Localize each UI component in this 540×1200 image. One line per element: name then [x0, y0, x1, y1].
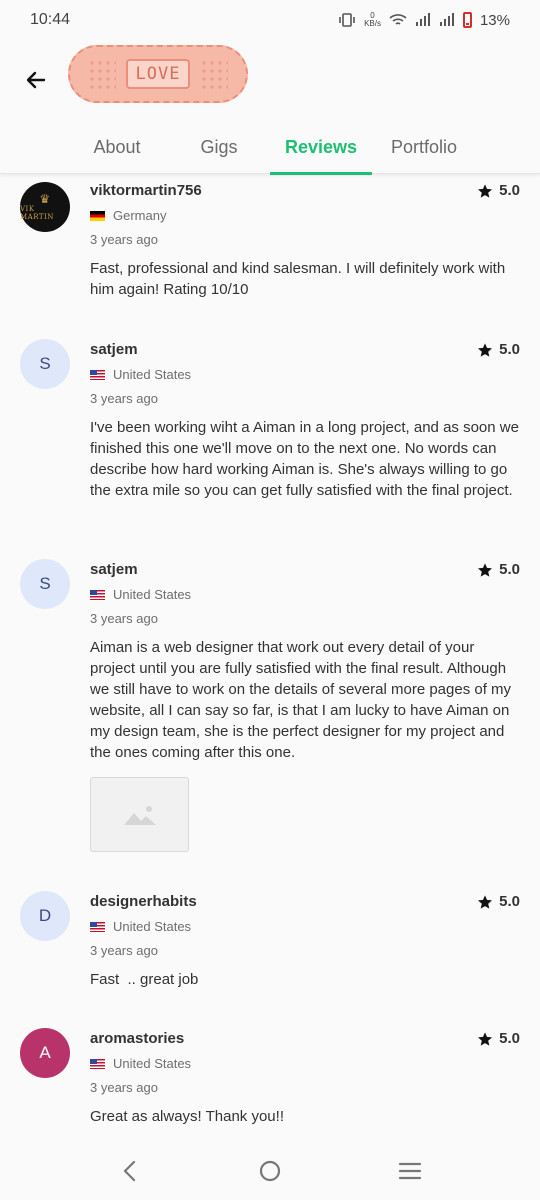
chevron-left-icon — [123, 1160, 136, 1182]
rating-value: 5.0 — [499, 561, 520, 578]
reviewer-name[interactable]: viktormartin756 — [90, 182, 202, 199]
star-icon — [478, 183, 493, 198]
star-icon — [478, 342, 493, 357]
review-time: 3 years ago — [90, 611, 158, 626]
reviewer-name[interactable]: satjem — [90, 341, 138, 358]
bandage-sticker: LOVE — [68, 45, 248, 103]
avatar[interactable]: A — [20, 1028, 70, 1078]
rating-value: 5.0 — [499, 893, 520, 910]
rating-value: 5.0 — [499, 341, 520, 358]
avatar[interactable]: S — [20, 559, 70, 609]
review-text: Great as always! Thank you!! — [90, 1108, 284, 1125]
reviewer-country: Germany — [90, 208, 166, 223]
reviewer-name[interactable]: aromastories — [90, 1030, 184, 1047]
review-text: Fast .. great job — [90, 971, 199, 988]
review-rating: 5.0 — [477, 182, 520, 199]
tab-portfolio[interactable]: Portfolio — [372, 120, 476, 174]
reviewer-name[interactable]: designerhabits — [90, 893, 197, 910]
country-name: United States — [113, 587, 192, 602]
us-flag-icon — [90, 589, 105, 600]
country-name: Germany — [113, 208, 167, 223]
back-button[interactable] — [20, 64, 52, 96]
review-image-thumbnail[interactable] — [90, 777, 189, 852]
menu-lines-icon — [398, 1162, 422, 1180]
review-text: I've been working wiht a Aiman in a long… — [90, 419, 519, 499]
country-name: United States — [113, 367, 192, 382]
nav-recents-button[interactable] — [390, 1151, 430, 1191]
header: LOVE — [0, 40, 540, 120]
status-bar: 10:44 0 KB/s 13% — [0, 0, 540, 40]
nav-home-button[interactable] — [250, 1151, 290, 1191]
us-flag-icon — [90, 921, 105, 932]
sticker-dots-left — [88, 59, 116, 89]
net-speed: 0 KB/s — [364, 11, 381, 28]
signal-icon-2 — [439, 13, 454, 26]
avatar-letter: D — [38, 906, 52, 925]
reviewer-country: United States — [90, 367, 191, 382]
wifi-icon — [389, 14, 407, 25]
country-name: United States — [113, 1056, 192, 1071]
sticker-dots-right — [200, 59, 228, 89]
country-name: United States — [113, 919, 192, 934]
review-rating: 5.0 — [477, 1030, 520, 1047]
signal-icon — [415, 13, 430, 26]
avatar-letter: S — [39, 354, 51, 373]
review-rating: 5.0 — [477, 561, 520, 578]
reviewer-name[interactable]: satjem — [90, 561, 138, 578]
review-text: Aiman is a web designer that work out ev… — [90, 639, 512, 761]
review-time: 3 years ago — [90, 1080, 158, 1095]
tab-reviews[interactable]: Reviews — [270, 120, 372, 175]
nav-back-button[interactable] — [110, 1151, 150, 1191]
star-icon — [478, 1031, 493, 1046]
avatar[interactable]: D — [20, 891, 70, 941]
vibrate-icon — [339, 13, 355, 27]
us-flag-icon — [90, 1058, 105, 1069]
review-time: 3 years ago — [90, 232, 158, 247]
avatar-letter: A — [39, 1043, 51, 1062]
rating-value: 5.0 — [499, 182, 520, 199]
battery-percent: 13% — [479, 11, 510, 29]
reviewer-country: United States — [90, 1056, 191, 1071]
review-rating: 5.0 — [477, 893, 520, 910]
arrow-left-icon — [26, 71, 46, 89]
sticker-label: LOVE — [125, 59, 191, 89]
review-time: 3 years ago — [90, 943, 158, 958]
circle-home-icon — [259, 1160, 281, 1182]
star-icon — [478, 894, 493, 909]
avatar[interactable]: ♛ VIK MARTIN — [20, 182, 70, 232]
tab-gigs[interactable]: Gigs — [168, 120, 270, 174]
review-text: Fast, professional and kind salesman. I … — [90, 260, 506, 298]
status-icons: 0 KB/s 13% — [338, 12, 510, 29]
image-placeholder-icon — [123, 805, 156, 825]
clock: 10:44 — [30, 11, 71, 28]
avatar-letter: S — [39, 574, 51, 593]
star-icon — [478, 562, 493, 577]
profile-tabs: About Gigs Reviews Portfolio — [0, 120, 540, 175]
system-nav-bar — [0, 1142, 540, 1200]
germany-flag-icon — [90, 210, 105, 221]
battery-icon — [462, 12, 472, 28]
rating-value: 5.0 — [499, 1030, 520, 1047]
us-flag-icon — [90, 369, 105, 380]
crown-icon: ♛ — [39, 192, 51, 206]
tab-about[interactable]: About — [66, 120, 168, 174]
reviewer-country: United States — [90, 587, 191, 602]
avatar[interactable]: S — [20, 339, 70, 389]
review-time: 3 years ago — [90, 391, 158, 406]
avatar-logo-text: VIK MARTIN — [20, 205, 54, 221]
review-rating: 5.0 — [477, 341, 520, 358]
reviewer-country: United States — [90, 919, 191, 934]
